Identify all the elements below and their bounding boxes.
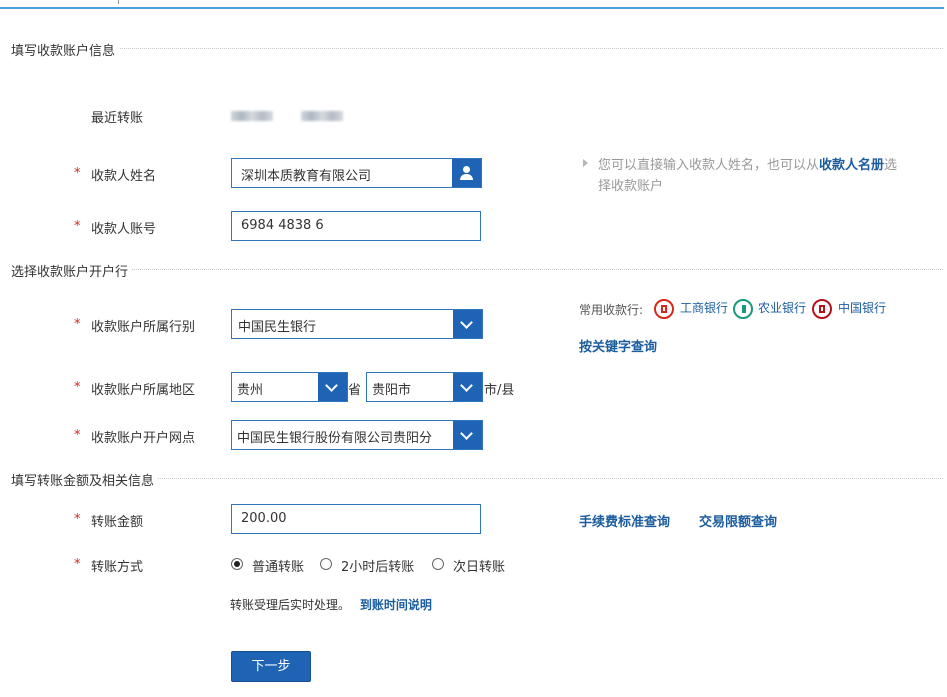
chevron-down-icon — [460, 379, 473, 392]
city-select[interactable]: 贵阳市 — [366, 372, 483, 402]
payee-name-label: 收款人姓名 — [91, 169, 157, 184]
method-label: 转账方式 — [91, 560, 144, 575]
payee-directory-link[interactable]: 收款人名册 — [819, 158, 884, 173]
chevron-down-icon — [460, 316, 473, 329]
branch-value: 中国民生银行股份有限公司贵阳分 — [237, 431, 433, 446]
next-step-button[interactable]: 下一步 — [231, 651, 311, 682]
city-dropdown-button[interactable] — [453, 373, 482, 401]
required-mark: * — [74, 428, 81, 443]
required-mark: * — [74, 166, 81, 181]
recent-payee-blurred-2[interactable] — [301, 111, 343, 121]
boc-logo-icon[interactable] — [812, 299, 832, 319]
section-title-payee-info: 填写收款账户信息 — [11, 40, 120, 59]
chevron-down-icon — [460, 427, 473, 440]
branch-dropdown-button[interactable] — [453, 421, 482, 449]
city-value: 贵阳市 — [372, 383, 412, 398]
radio-next-day-transfer[interactable] — [432, 558, 444, 570]
top-divider-fragment — [118, 0, 124, 4]
required-mark: * — [74, 512, 81, 527]
processing-note-text: 转账受理后实时处理。 — [230, 598, 351, 612]
section-title-transfer-info: 填写转账金额及相关信息 — [11, 470, 159, 489]
option-2h-transfer[interactable]: 2小时后转账 — [341, 556, 414, 575]
region-label: 收款账户所属地区 — [91, 383, 196, 398]
common-banks-label: 常用收款行: — [579, 303, 644, 317]
recent-transfer-label: 最近转账 — [91, 111, 144, 126]
recent-payee-blurred-1[interactable] — [231, 111, 273, 121]
required-mark: * — [74, 557, 81, 572]
bank-link-boc[interactable]: 中国银行 — [838, 299, 886, 316]
payee-account-label: 收款人账号 — [91, 222, 157, 237]
province-dropdown-button[interactable] — [318, 373, 347, 401]
required-mark: * — [74, 380, 81, 395]
amount-input[interactable]: 200.00 — [231, 504, 481, 534]
payee-hint: 您可以直接输入收款人姓名，也可以从收款人名册选择收款账户 — [580, 155, 900, 197]
section-divider — [11, 48, 943, 49]
payee-name-input[interactable]: 深圳本质教育有限公司 — [231, 158, 482, 188]
branch-select[interactable]: 中国民生银行股份有限公司贵阳分 — [231, 420, 483, 450]
section-title-payee-bank: 选择收款账户开户行 — [11, 261, 133, 280]
payee-name-value: 深圳本质教育有限公司 — [241, 169, 372, 184]
option-normal-transfer[interactable]: 普通转账 — [252, 556, 304, 575]
required-mark: * — [74, 317, 81, 332]
branch-label: 收款账户开户网点 — [91, 431, 196, 446]
bank-type-label: 收款账户所属行别 — [91, 320, 196, 335]
bank-type-value: 中国民生银行 — [238, 320, 317, 335]
chevron-down-icon — [325, 379, 338, 392]
transaction-limit-link[interactable]: 交易限额查询 — [699, 511, 777, 530]
top-accent-rule — [0, 7, 944, 9]
keyword-search-link[interactable]: 按关键字查询 — [579, 336, 657, 355]
radio-2h-transfer[interactable] — [320, 558, 332, 570]
radio-normal-transfer[interactable] — [231, 558, 243, 570]
person-icon — [463, 166, 470, 173]
bank-link-abc[interactable]: 农业银行 — [758, 299, 806, 316]
bank-type-select[interactable]: 中国民生银行 — [231, 309, 483, 339]
abc-logo-icon[interactable] — [733, 299, 753, 319]
hint-prefix: 您可以直接输入收款人姓名，也可以从 — [598, 158, 820, 173]
required-mark: * — [74, 219, 81, 234]
triangle-right-icon — [583, 159, 588, 167]
option-next-day-transfer[interactable]: 次日转账 — [453, 556, 505, 575]
city-suffix: 市/县 — [484, 383, 515, 398]
province-value: 贵州 — [237, 383, 264, 398]
bank-link-icbc[interactable]: 工商银行 — [680, 299, 728, 316]
icbc-logo-icon[interactable] — [654, 299, 674, 319]
payee-account-value: 6984 4838 6 — [241, 218, 324, 233]
amount-label: 转账金额 — [91, 515, 144, 530]
province-suffix: 省 — [348, 383, 362, 398]
section-divider — [11, 269, 943, 270]
amount-value: 200.00 — [241, 511, 287, 526]
arrival-time-link[interactable]: 到账时间说明 — [360, 598, 432, 612]
processing-note: 转账受理后实时处理。 到账时间说明 — [230, 596, 432, 613]
fee-standard-link[interactable]: 手续费标准查询 — [579, 511, 670, 530]
payee-book-button[interactable] — [452, 159, 481, 187]
payee-account-input[interactable]: 6984 4838 6 — [231, 211, 481, 241]
province-select[interactable]: 贵州 — [231, 372, 348, 402]
bank-type-dropdown-button[interactable] — [453, 310, 482, 338]
